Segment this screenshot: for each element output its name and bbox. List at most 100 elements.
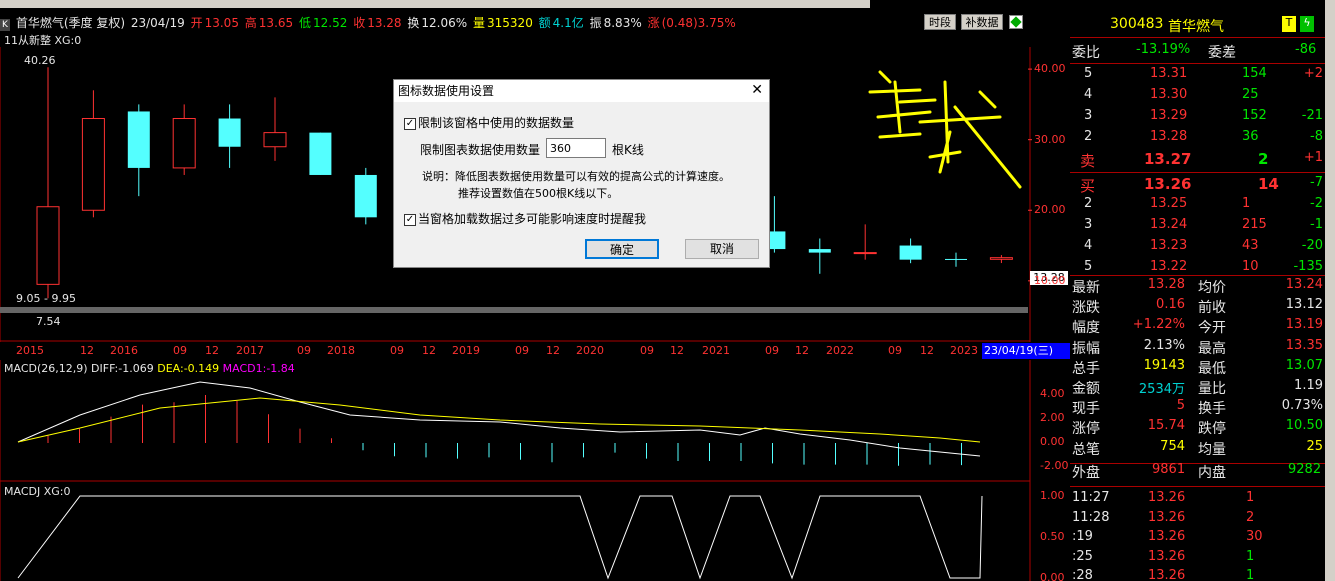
- amplitude-label: 振: [589, 16, 602, 30]
- candle-body: [354, 174, 377, 218]
- tick-time: :25: [1072, 548, 1093, 564]
- buy-order-row[interactable]: 5 13.22 10 -135: [1070, 259, 1325, 279]
- limit-checkbox-row[interactable]: ✓ 限制该窗格中使用的数据数量: [404, 114, 574, 131]
- buy-order-row[interactable]: 买 13.26 14 -7: [1070, 175, 1325, 195]
- order-price: 13.29: [1150, 108, 1188, 123]
- fill-data-button[interactable]: 补数据: [961, 14, 1003, 30]
- order-change: -135: [1293, 259, 1323, 274]
- weibi-row: 委比 -13.19% 委差 -86: [1070, 42, 1325, 62]
- inner-value: 9282: [1288, 462, 1322, 477]
- time-axis-label: 09: [888, 344, 902, 357]
- period-button[interactable]: 时段: [924, 14, 956, 30]
- candle-body: [945, 258, 967, 260]
- sell-order-row[interactable]: 5 13.31 154 +2: [1070, 66, 1325, 86]
- order-price: 13.26: [1144, 175, 1192, 193]
- macd-y-tick: 4.00: [1040, 387, 1065, 400]
- amplitude-value: 8.83%: [603, 16, 642, 30]
- time-axis-label: 09: [390, 344, 404, 357]
- order-price: 13.28: [1150, 129, 1188, 144]
- stock-icon[interactable]: K: [0, 19, 10, 31]
- close-label: 收: [353, 16, 366, 30]
- candle-body: [127, 111, 150, 168]
- tick-row[interactable]: 11:28 13.26 2: [1070, 510, 1325, 530]
- range-label: 9.05 - 9.95: [16, 292, 76, 305]
- tick-price: 13.26: [1148, 509, 1186, 525]
- stat-value: 25: [1306, 438, 1323, 454]
- order-change: -20: [1301, 238, 1323, 253]
- order-volume: 43: [1242, 238, 1259, 253]
- order-price: 13.31: [1150, 66, 1188, 81]
- stat-label: 金额: [1072, 381, 1100, 397]
- order-change: -7: [1310, 175, 1323, 190]
- tick-row[interactable]: :19 13.26 30: [1070, 529, 1325, 549]
- time-axis-label: 12: [670, 344, 684, 357]
- time-axis: 2015 12 2016 09 12 2017 09 2018 09 12 2019 09 12 2020…: [0, 343, 1030, 359]
- stat-label: 现手: [1072, 401, 1100, 418]
- candle-body: [899, 245, 922, 260]
- limit-input[interactable]: [546, 138, 606, 158]
- candle-body: [989, 257, 1013, 260]
- sell-order-row[interactable]: 4 13.30 25: [1070, 87, 1325, 107]
- toolbar[interactable]: [0, 0, 870, 8]
- max-price-label: 40.26: [24, 54, 56, 67]
- sub-indicator-label: 11从新整 XG:0: [4, 34, 82, 47]
- stat-value: +1.22%: [1132, 317, 1185, 333]
- cancel-button[interactable]: 取消: [685, 239, 759, 259]
- outer-label: 外盘: [1072, 465, 1100, 481]
- order-volume: 36: [1242, 129, 1259, 144]
- macd-chart[interactable]: [0, 360, 1070, 482]
- weibi-value: -13.19%: [1136, 42, 1191, 57]
- sell-order-row[interactable]: 卖 13.27 2 +1: [1070, 150, 1325, 170]
- time-axis-label: 12: [205, 344, 219, 357]
- tick-row[interactable]: :25 13.26 1: [1070, 549, 1325, 569]
- stat-label: 最低: [1198, 360, 1226, 377]
- sell-order-row[interactable]: 3 13.29 152 -21: [1070, 108, 1325, 128]
- dialog-close-button[interactable]: ✕: [751, 82, 763, 98]
- candle-body: [81, 118, 105, 211]
- tick-time: 11:28: [1072, 509, 1110, 525]
- lightning-icon[interactable]: ϟ: [1300, 16, 1314, 32]
- outer-inner-row: 外盘 9861 内盘 9282: [1070, 462, 1325, 482]
- order-price: 13.27: [1144, 150, 1192, 168]
- low-label: 低: [298, 16, 311, 30]
- volume-value: 315320: [487, 16, 533, 30]
- ok-button[interactable]: 确定: [585, 239, 659, 259]
- stat-row: 最新 13.28 均价 13.24: [1070, 277, 1325, 297]
- stat-label: 均量: [1198, 441, 1226, 458]
- stat-label: 总手: [1072, 360, 1100, 377]
- stat-label: 前收: [1198, 300, 1226, 317]
- stat-label: 量比: [1198, 381, 1226, 397]
- buy-order-row[interactable]: 3 13.24 215 -1: [1070, 217, 1325, 237]
- time-axis-label: 2017: [236, 344, 264, 357]
- stat-value: 13.24: [1285, 277, 1323, 292]
- sell-order-row[interactable]: 2 13.28 36 -8: [1070, 129, 1325, 149]
- macdj-chart[interactable]: [0, 482, 1070, 581]
- stat-value: 13.19: [1285, 317, 1323, 333]
- buy-order-row[interactable]: 2 13.25 1 -2: [1070, 196, 1325, 216]
- tick-row[interactable]: 11:27 13.26 1: [1070, 490, 1325, 510]
- limit-label: 限制图表数据使用数量: [420, 143, 541, 157]
- t-badge-icon[interactable]: T: [1282, 16, 1296, 32]
- change-label: 涨: [647, 16, 660, 30]
- stat-value: 13.28: [1147, 277, 1185, 292]
- order-change: +1: [1303, 150, 1323, 165]
- warn-checkbox[interactable]: ✓: [404, 213, 416, 226]
- tick-price: 13.26: [1148, 568, 1186, 581]
- tick-row[interactable]: :28 13.26 1: [1070, 568, 1325, 581]
- buy-order-row[interactable]: 4 13.23 43 -20: [1070, 238, 1325, 258]
- order-volume: 152: [1242, 108, 1267, 123]
- status-diamond-icon[interactable]: [1009, 15, 1023, 29]
- warn-checkbox-row[interactable]: ✓ 当窗格加载数据过多可能影响速度时提醒我: [404, 210, 646, 227]
- side-toolbar[interactable]: [1325, 0, 1335, 581]
- stat-value: 2.13%: [1143, 337, 1185, 353]
- order-volume: 215: [1242, 217, 1267, 232]
- open-value: 13.05: [204, 16, 239, 30]
- limit-checkbox[interactable]: ✓: [404, 117, 416, 130]
- quote-infobar: K 首华燃气(季度 复权) 23/04/19 开 13.05 高 13.65 低 12…: [0, 14, 1030, 31]
- stat-row: 总手 19143 最低 13.07: [1070, 358, 1325, 378]
- time-axis-label: 09: [515, 344, 529, 357]
- tick-price: 13.26: [1148, 529, 1186, 544]
- high-value: 13.65: [258, 16, 294, 30]
- y-tick-label: 40.00: [1034, 62, 1066, 76]
- tick-volume: 1: [1246, 548, 1255, 564]
